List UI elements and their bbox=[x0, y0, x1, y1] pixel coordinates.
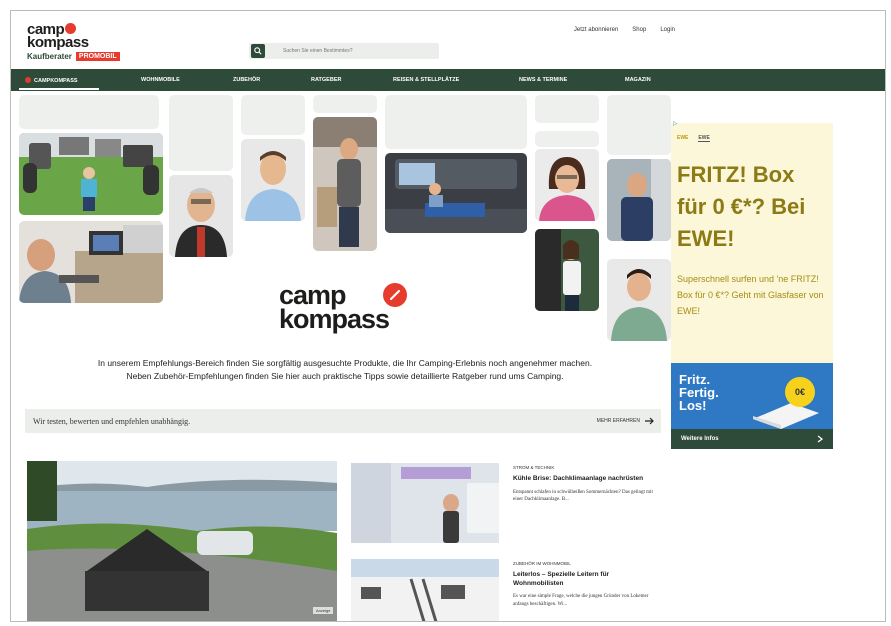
nav-item-campkompass[interactable]: Campkompass bbox=[25, 77, 78, 84]
nav-item-zubehoer[interactable]: Zubehör bbox=[233, 77, 260, 83]
logo-dot-icon bbox=[65, 23, 77, 34]
ad-zero-euro-coin: 0€ bbox=[785, 377, 815, 407]
ad-copy: Superschnell surfen und 'ne FRITZ! Box f… bbox=[677, 274, 824, 316]
photo-laptop-work bbox=[19, 221, 163, 303]
arrow-right-icon bbox=[645, 417, 654, 425]
hero-brand-logo: camp kompass bbox=[279, 282, 419, 334]
ad-more-info-button[interactable]: Weitere Infos bbox=[671, 429, 833, 449]
home-dot-icon bbox=[25, 77, 31, 83]
search-bar[interactable] bbox=[249, 43, 439, 59]
search-input[interactable] bbox=[283, 48, 433, 54]
ad-headline: FRITZ! Box für 0 €*? Bei EWE! bbox=[677, 162, 806, 251]
nav-item-wohnmobile[interactable]: Wohnmobile bbox=[141, 77, 180, 83]
article-teaser: Entspannt schlafen in schwülheißen Somme… bbox=[513, 489, 653, 503]
article-thumbnail bbox=[351, 463, 499, 543]
feature-badge: Anzeige bbox=[313, 607, 334, 614]
nav-active-indicator bbox=[19, 88, 99, 90]
intro-line-1: In unserem Empfehlungs-Bereich finden Si… bbox=[97, 358, 593, 368]
shop-link[interactable]: Shop bbox=[632, 27, 646, 33]
logo-subtitle: Kaufberater bbox=[27, 52, 72, 61]
article-category: Zubehör im Wohnmobil bbox=[513, 561, 571, 566]
featured-article-image[interactable]: Anzeige bbox=[27, 461, 337, 621]
article-title[interactable]: Kühle Brise: Dachklimaanlage nachrüsten bbox=[513, 475, 653, 484]
browser-page: camp kompass Kaufberater PROMOBIL Jetzt … bbox=[10, 10, 886, 622]
testing-statement: Wir testen, bewerten und empfehlen unabh… bbox=[33, 416, 191, 426]
search-icon bbox=[254, 47, 262, 55]
nav-item-magazin[interactable]: Magazin bbox=[625, 77, 651, 83]
photo-grills bbox=[19, 133, 163, 215]
placeholder-tile bbox=[385, 95, 527, 149]
article-thumbnail bbox=[351, 559, 499, 621]
article-category: Strom & Technik bbox=[513, 465, 555, 470]
photo-woman-camper bbox=[535, 229, 599, 311]
photo-camper-interior bbox=[385, 153, 527, 233]
placeholder-tile bbox=[241, 95, 305, 135]
more-info-link[interactable]: Mehr erfahren bbox=[597, 417, 655, 425]
article-teaser: Es war eine simple Frage, welche die jun… bbox=[513, 594, 649, 607]
photo-portrait-blue-shirt bbox=[241, 139, 305, 221]
placeholder-tile bbox=[19, 95, 159, 129]
nav-item-ratgeber[interactable]: Ratgeber bbox=[311, 77, 341, 83]
site-logo[interactable]: camp kompass Kaufberater PROMOBIL bbox=[27, 22, 137, 71]
brand-needle-icon bbox=[383, 283, 407, 307]
placeholder-tile bbox=[535, 95, 599, 123]
ad-choices-icon[interactable]: ▷ bbox=[673, 120, 678, 127]
article-title[interactable]: Leiterlos – Spezielle Leitern für Wohnmo… bbox=[513, 571, 653, 588]
photo-camper-door bbox=[313, 117, 377, 251]
ad-ewe-tab: EWE bbox=[698, 135, 710, 142]
photo-portrait-chef bbox=[169, 175, 233, 257]
intro-text: In unserem Empfehlungs-Bereich finden Si… bbox=[25, 357, 665, 383]
photo-portrait-green-shirt bbox=[607, 259, 671, 341]
independent-testing-bar[interactable]: Wir testen, bewerten und empfehlen unabh… bbox=[25, 409, 661, 433]
login-link[interactable]: Login bbox=[660, 27, 675, 33]
main-nav: Campkompass Wohnmobile Zubehör Ratgeber … bbox=[11, 69, 885, 91]
subscribe-link[interactable]: Jetzt abonnieren bbox=[574, 27, 618, 33]
logo-word-kompass: kompass bbox=[27, 34, 89, 51]
nav-item-news[interactable]: News & Termine bbox=[519, 77, 567, 83]
ad-ewe-mark: EWE bbox=[677, 135, 689, 141]
hero-collage: camp kompass bbox=[11, 95, 671, 353]
article-card[interactable]: Strom & Technik Kühle Brise: Dachklimaan… bbox=[351, 463, 661, 555]
placeholder-tile bbox=[607, 95, 671, 155]
photo-portrait-woman bbox=[535, 149, 599, 221]
top-links: Jetzt abonnieren Shop Login bbox=[574, 27, 675, 33]
placeholder-tile bbox=[169, 95, 233, 171]
intro-line-2: Neben Zubehör-Empfehlungen finden Sie hi… bbox=[126, 371, 564, 381]
placeholder-tile bbox=[535, 131, 599, 147]
promobil-badge: PROMOBIL bbox=[75, 52, 120, 61]
hero-brand-kompass: kompass bbox=[279, 304, 390, 334]
article-card[interactable]: Zubehör im Wohnmobil Leiterlos – Speziel… bbox=[351, 559, 661, 621]
nav-item-reisen[interactable]: Reisen & Stellplätze bbox=[393, 77, 459, 83]
ad-promo-text: Fritz. Fertig. Los! bbox=[679, 372, 719, 413]
search-button[interactable] bbox=[251, 44, 265, 58]
ad-promo-banner: Fritz. Fertig. Los! 0€ bbox=[671, 363, 833, 429]
photo-portrait-dark-shirt bbox=[607, 159, 671, 241]
chevron-right-icon bbox=[817, 435, 823, 443]
placeholder-tile bbox=[313, 95, 377, 113]
ewe-advertisement[interactable]: ▷ EWE EWE FRITZ! Box für 0 €*? Bei EWE! … bbox=[671, 120, 833, 449]
